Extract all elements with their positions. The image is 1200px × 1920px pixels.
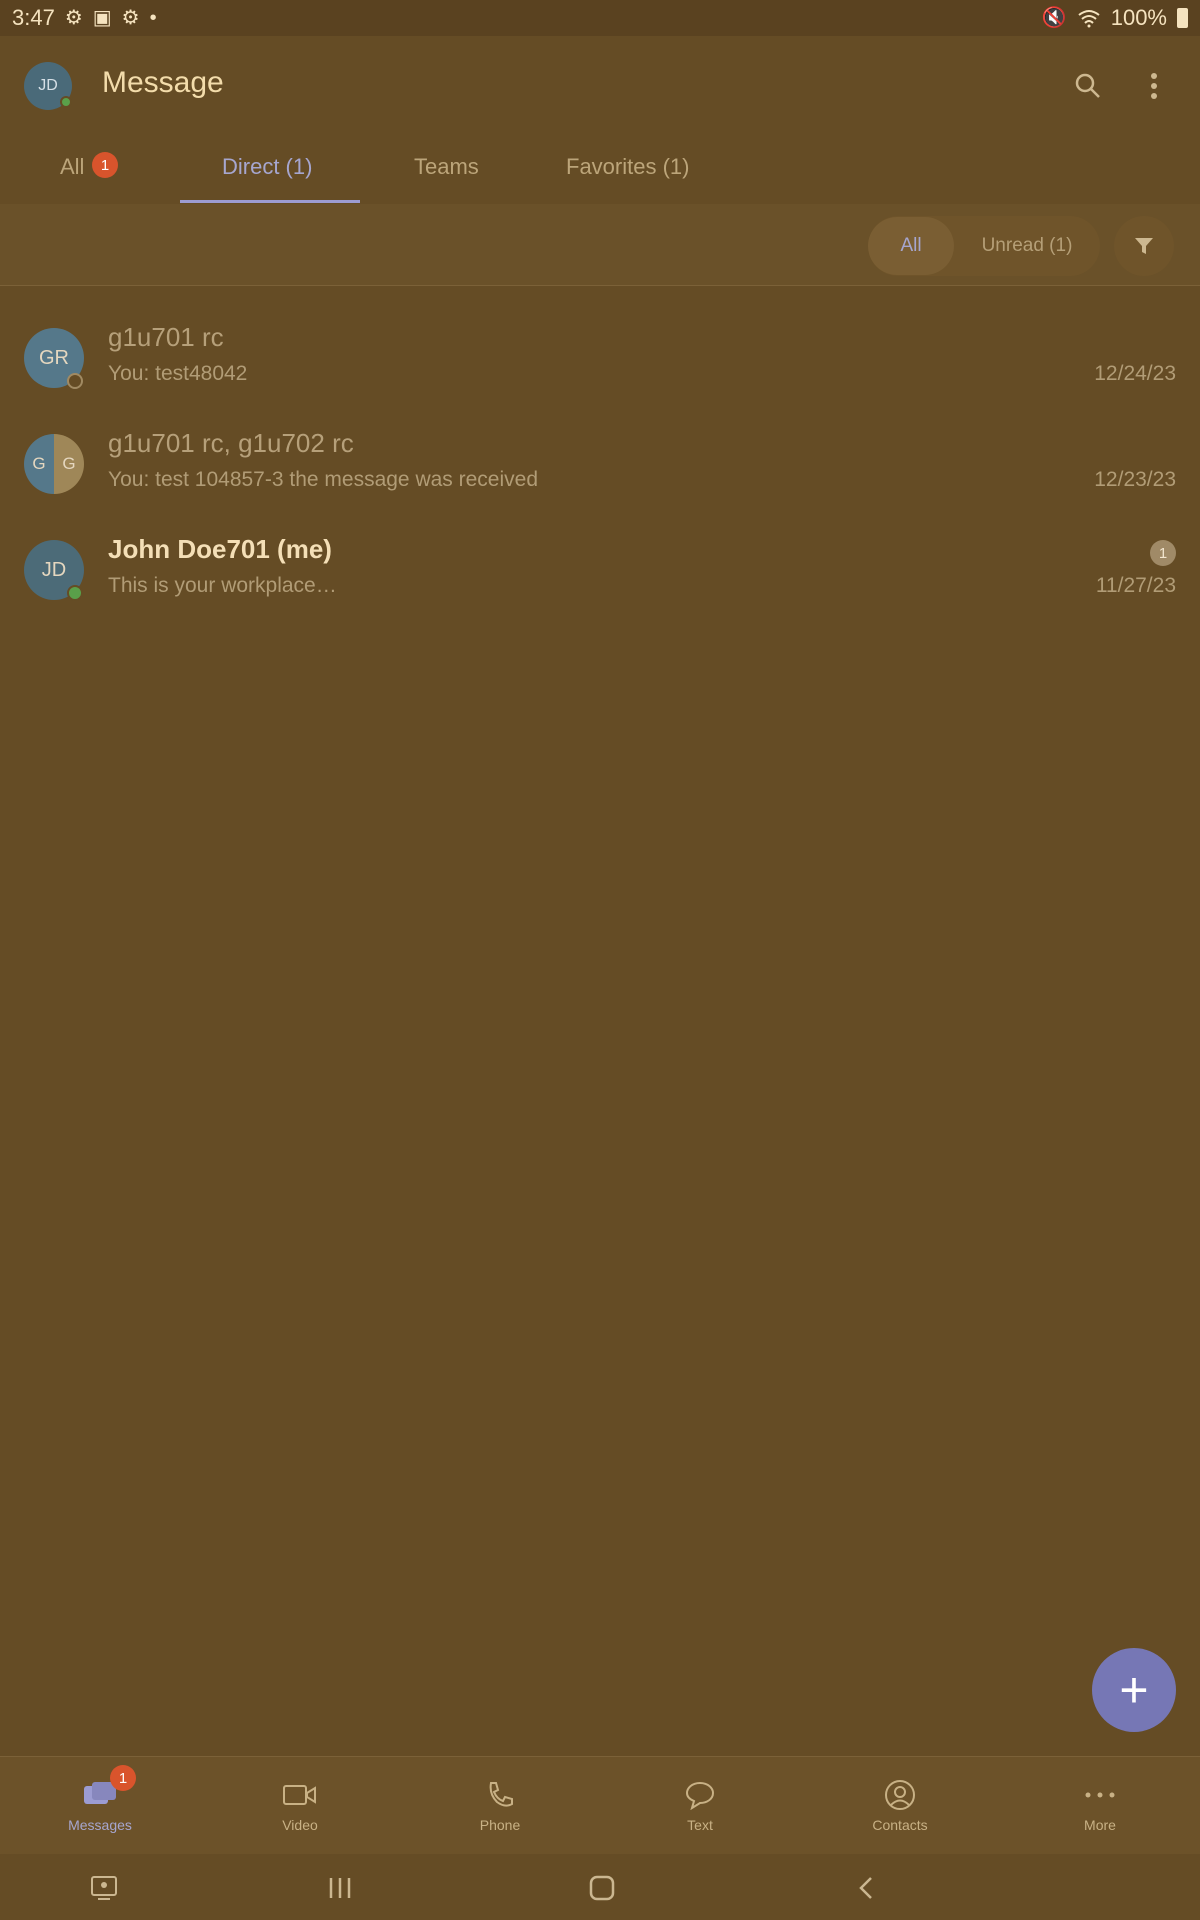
status-bar: 3:47 ⚙ ▣ ⚙ • 🔇 100% bbox=[0, 0, 1200, 36]
recent-apps-icon bbox=[329, 1878, 351, 1898]
tab-active-indicator bbox=[180, 200, 360, 203]
avatar-initials: JD bbox=[38, 77, 58, 94]
conversation-name: g1u701 rc, g1u702 rc bbox=[108, 428, 354, 458]
mute-icon: 🔇 bbox=[1041, 7, 1067, 29]
tab-bar: All 1 Direct (1) Teams Favorites (1) bbox=[0, 136, 1200, 202]
back-chevron-icon bbox=[859, 1877, 872, 1899]
tab-all-label: All bbox=[60, 154, 85, 179]
speech-bubble-icon bbox=[685, 1781, 715, 1810]
page-title: Message bbox=[102, 66, 224, 99]
tab-favorites[interactable]: Favorites (1) bbox=[566, 154, 689, 180]
conversation-date: 12/23/23 bbox=[1094, 468, 1176, 491]
unread-count-badge: 1 bbox=[1150, 540, 1176, 566]
nav-messages-badge: 1 bbox=[110, 1765, 136, 1791]
avatar-initials: JD bbox=[41, 558, 67, 581]
presence-online-icon bbox=[60, 96, 72, 108]
nav-more-label: More bbox=[1084, 1817, 1116, 1833]
nav-more[interactable]: More bbox=[1040, 1757, 1160, 1855]
plus-icon: + bbox=[1119, 1662, 1149, 1718]
nav-contacts-label: Contacts bbox=[872, 1817, 928, 1833]
app-header: JD Message All 1 Direct (1) Teams Favori… bbox=[0, 36, 1200, 203]
filter-all-button[interactable]: All bbox=[868, 217, 954, 275]
home-square-icon bbox=[589, 1875, 615, 1901]
avatar-initials-right: G bbox=[62, 454, 76, 473]
more-dots-icon bbox=[1085, 1792, 1115, 1798]
conversation-item[interactable]: G G g1u701 rc, g1u702 rc You: test 10485… bbox=[0, 412, 1200, 518]
new-message-button[interactable]: + bbox=[1092, 1648, 1176, 1732]
nav-contacts[interactable]: Contacts bbox=[840, 1757, 960, 1855]
nav-phone-label: Phone bbox=[479, 1817, 521, 1833]
search-button[interactable] bbox=[1066, 64, 1110, 108]
tab-all-badge: 1 bbox=[92, 152, 118, 178]
conversation-preview: This is your workplace… bbox=[108, 574, 337, 597]
system-navigation-bar bbox=[0, 1854, 1200, 1920]
conversation-preview: You: test 104857-3 the message was recei… bbox=[108, 468, 538, 491]
phone-icon bbox=[489, 1782, 513, 1807]
avatar-initials-left: G bbox=[32, 454, 46, 473]
funnel-icon bbox=[1135, 238, 1153, 254]
nav-text[interactable]: Text bbox=[640, 1757, 760, 1855]
tab-teams[interactable]: Teams bbox=[414, 154, 479, 180]
avatar-initials: GR bbox=[39, 346, 69, 369]
battery-icon bbox=[1177, 8, 1188, 28]
back-button[interactable] bbox=[846, 1868, 886, 1908]
tab-direct[interactable]: Direct (1) bbox=[222, 154, 312, 180]
tab-favorites-label: Favorites (1) bbox=[566, 154, 690, 179]
filter-bar: All Unread (1) bbox=[0, 204, 1200, 286]
profile-avatar[interactable]: JD bbox=[24, 62, 72, 110]
nav-text-label: Text bbox=[687, 1817, 713, 1833]
more-options-button[interactable] bbox=[1132, 64, 1176, 108]
kebab-menu-icon bbox=[1151, 73, 1157, 99]
nav-phone[interactable]: Phone bbox=[440, 1757, 560, 1855]
dot-icon: • bbox=[149, 7, 157, 29]
group-avatar: G G bbox=[24, 434, 84, 494]
conversation-item[interactable]: JD John Doe701 (me) This is your workpla… bbox=[0, 518, 1200, 624]
keyboard-switch-button[interactable] bbox=[84, 1868, 124, 1908]
screen-person-icon bbox=[91, 1876, 117, 1900]
conversation-date: 12/24/23 bbox=[1094, 362, 1176, 385]
nav-video-label: Video bbox=[282, 1817, 318, 1833]
recent-apps-button[interactable] bbox=[320, 1868, 360, 1908]
tab-teams-label: Teams bbox=[414, 154, 479, 179]
filter-button[interactable] bbox=[1114, 216, 1174, 276]
conversation-date: 11/27/23 bbox=[1095, 574, 1176, 597]
status-time: 3:47 bbox=[12, 5, 55, 30]
conversation-name: g1u701 rc bbox=[108, 322, 224, 352]
conversation-item[interactable]: GR g1u701 rc You: test48042 12/24/23 bbox=[0, 306, 1200, 412]
home-button[interactable] bbox=[582, 1868, 622, 1908]
search-icon bbox=[1075, 73, 1100, 98]
nav-video[interactable]: Video bbox=[240, 1757, 360, 1855]
nav-messages[interactable]: Messages bbox=[40, 1757, 160, 1855]
wifi-icon bbox=[1078, 10, 1100, 28]
tab-all[interactable]: All bbox=[60, 154, 84, 180]
settings-icon: ⚙ bbox=[64, 7, 83, 29]
video-camera-icon bbox=[283, 1785, 316, 1805]
presence-away-icon bbox=[67, 373, 83, 389]
battery-label: 100% bbox=[1110, 5, 1167, 30]
tab-direct-label: Direct (1) bbox=[222, 154, 313, 179]
contact-person-icon bbox=[885, 1780, 915, 1810]
conversation-preview: You: test48042 bbox=[108, 362, 248, 385]
read-filter-toggle: All Unread (1) bbox=[868, 216, 1100, 276]
image-icon: ▣ bbox=[92, 7, 112, 29]
nav-messages-label: Messages bbox=[68, 1817, 132, 1833]
conversation-name: John Doe701 (me) bbox=[108, 534, 332, 564]
bottom-navigation: Messages 1 Video Phone Text Contacts Mor… bbox=[0, 1756, 1200, 1854]
gear-icon: ⚙ bbox=[121, 7, 140, 29]
filter-unread-button[interactable]: Unread (1) bbox=[954, 217, 1100, 275]
presence-online-icon bbox=[67, 585, 83, 601]
